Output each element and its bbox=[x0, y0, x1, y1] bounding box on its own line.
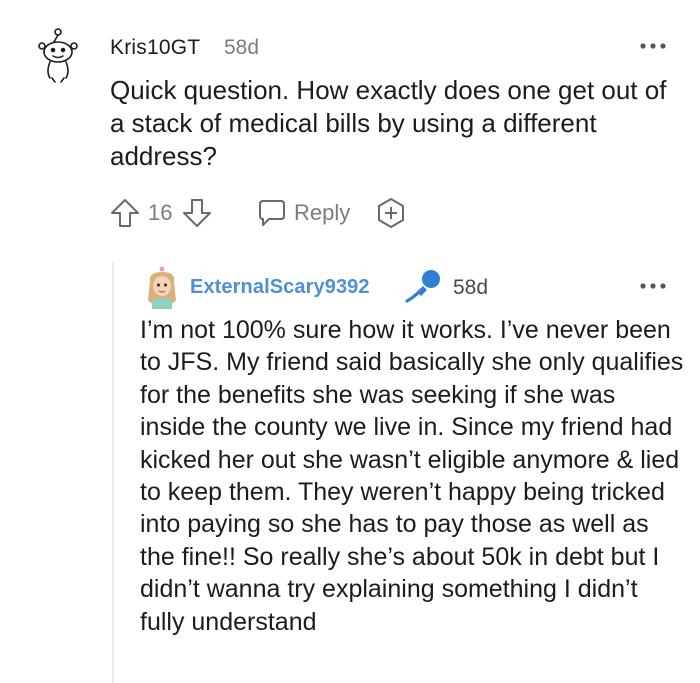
comment-body: Quick question. How exactly does one get… bbox=[110, 75, 667, 171]
reply-age: 58d bbox=[453, 276, 489, 299]
award-plus-icon[interactable] bbox=[374, 196, 408, 230]
comment-author[interactable]: Kris10GT bbox=[110, 36, 200, 60]
comment: Kris10GT 58d Quick question. How exactly… bbox=[0, 0, 700, 250]
downvote-arrow-icon[interactable] bbox=[180, 196, 214, 230]
reply-button[interactable]: Reply bbox=[294, 200, 350, 226]
comment-age: 58d bbox=[224, 36, 260, 59]
user-avatar-icon[interactable] bbox=[142, 266, 182, 310]
snoo-avatar-icon[interactable] bbox=[28, 28, 88, 84]
more-options-icon[interactable] bbox=[638, 34, 668, 58]
reply-bubble-icon[interactable] bbox=[254, 196, 288, 230]
microphone-icon bbox=[405, 270, 440, 303]
more-options-icon[interactable] bbox=[638, 274, 668, 298]
vote-count: 16 bbox=[148, 200, 173, 225]
reply-author[interactable]: ExternalScary9392 bbox=[190, 276, 370, 299]
reply-body: I’m not 100% sure how it works. I’ve nev… bbox=[140, 316, 684, 636]
comment-actions: 16 Reply bbox=[100, 196, 700, 232]
upvote-arrow-icon[interactable] bbox=[108, 196, 142, 230]
